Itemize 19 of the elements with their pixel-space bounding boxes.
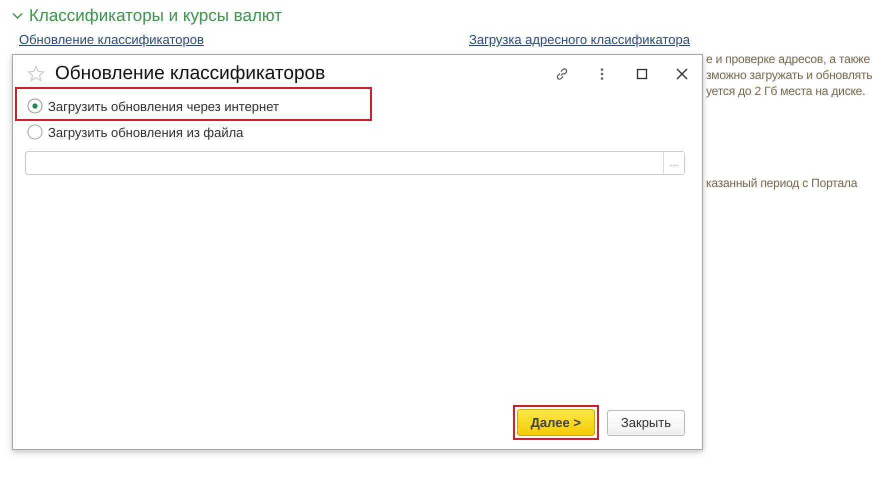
- radio-label[interactable]: Загрузить обновления через интернет: [48, 98, 279, 114]
- maximize-icon[interactable]: [634, 66, 650, 82]
- radio-button[interactable]: [27, 98, 43, 114]
- link[interactable]: Загрузка адресного классификатора: [469, 32, 690, 47]
- description-text: зможно загружать и обновлять: [706, 67, 874, 83]
- section-title[interactable]: Классификаторы и курсы валют: [29, 6, 282, 26]
- radio-button[interactable]: [27, 124, 43, 140]
- close-button[interactable]: Закрыть: [606, 410, 685, 436]
- next-button[interactable]: Далее >: [516, 409, 595, 436]
- close-icon[interactable]: [674, 66, 690, 82]
- description-text: казанный период с Портала: [706, 175, 858, 191]
- description-text: е и проверке адресов, а также: [706, 51, 871, 67]
- chevron-down-icon[interactable]: [12, 12, 23, 20]
- link[interactable]: Обновление классификаторов: [19, 32, 204, 47]
- link-icon[interactable]: [554, 66, 570, 82]
- star-icon[interactable]: [27, 65, 45, 83]
- radio-label[interactable]: Загрузить обновления из файла: [48, 124, 244, 140]
- dialog-title: Обновление классификаторов: [55, 63, 326, 85]
- description-text: уется до 2 Гб места на диске.: [706, 83, 866, 99]
